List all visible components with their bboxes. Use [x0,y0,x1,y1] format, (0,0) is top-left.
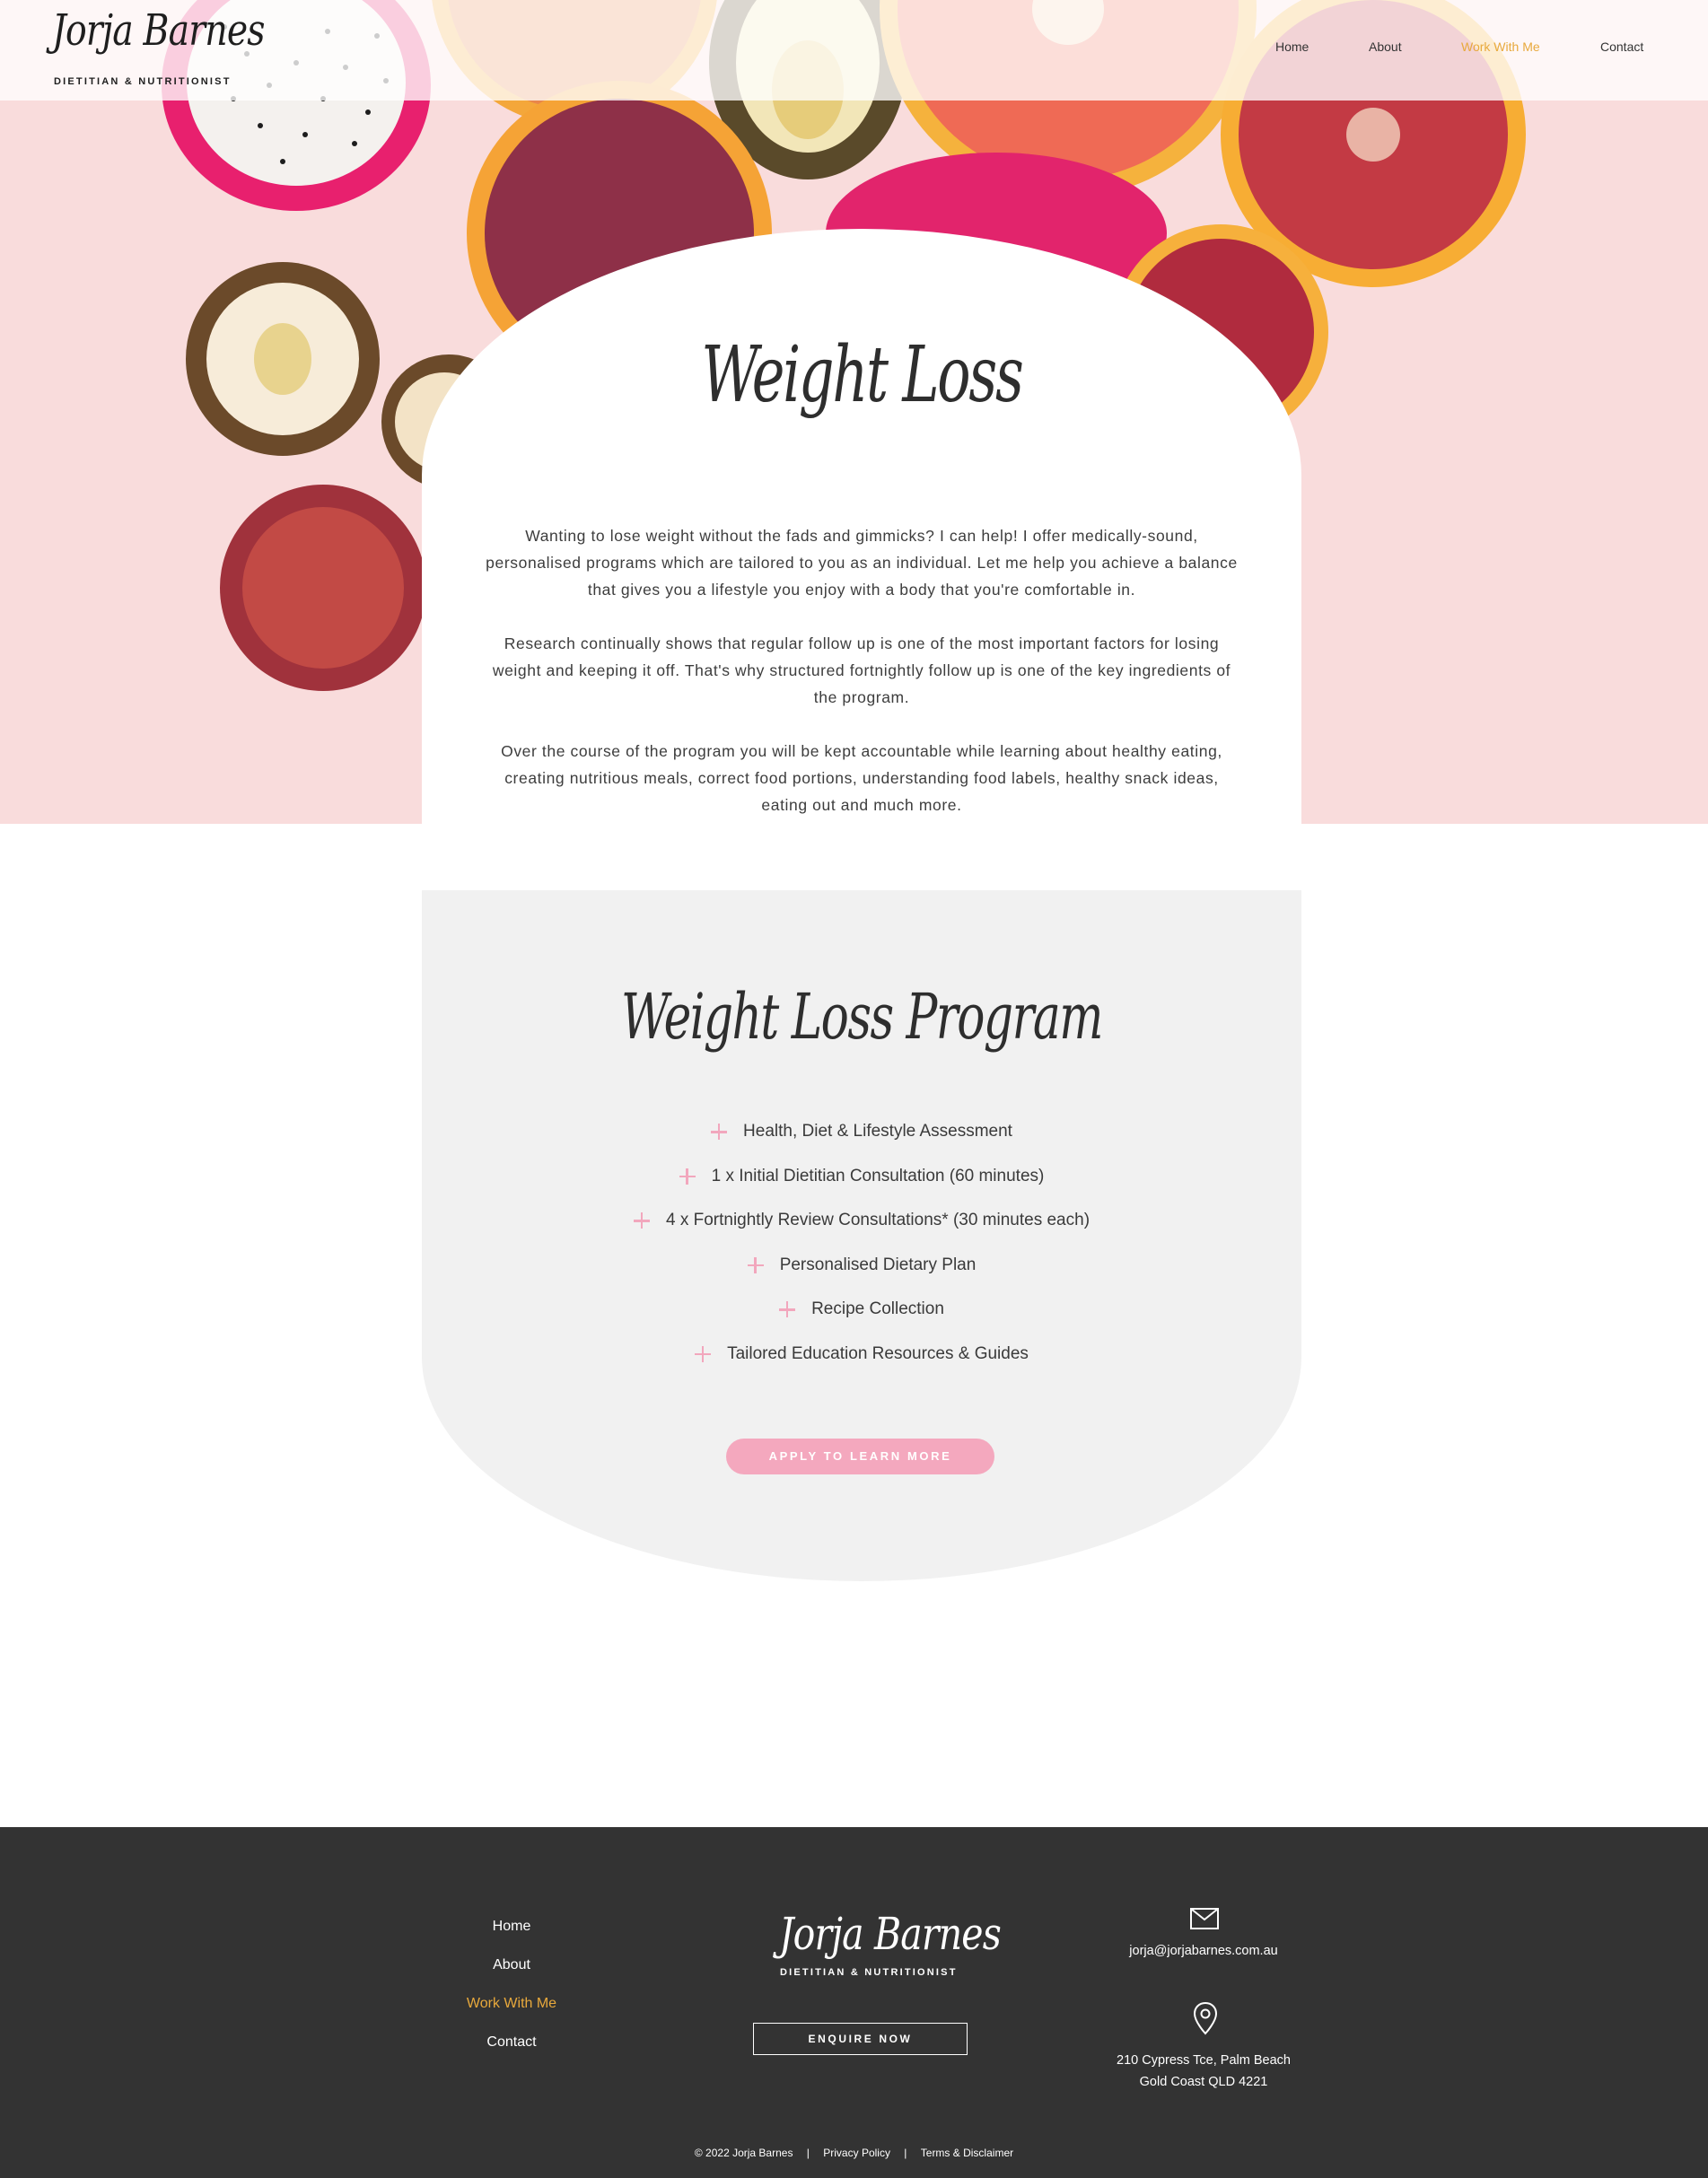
terms-disclaimer-link[interactable]: Terms & Disclaimer [921,2147,1013,2159]
plus-icon [695,1345,712,1362]
footer-nav-about[interactable]: About [422,1957,601,1973]
program-item-label: Personalised Dietary Plan [779,1255,977,1274]
footer-legal-bar: © 2022 Jorja Barnes | Privacy Policy | T… [0,2147,1708,2159]
weight-loss-paragraph: Over the course of the program you will … [501,742,1222,814]
plus-icon [679,1168,696,1185]
footer-nav-contact[interactable]: Contact [422,2034,601,2051]
program-item-label: 1 x Initial Dietitian Consultation (60 m… [711,1166,1045,1185]
program-item-label: Health, Diet & Lifestyle Assessment [743,1122,1012,1141]
plus-icon [711,1124,728,1140]
plus-icon [747,1256,764,1273]
nav-item-home[interactable]: Home [1275,39,1309,57]
footer-nav-work-with-me[interactable]: Work With Me [422,1996,601,2012]
logo[interactable]: Jorja Barnes DIETITIAN & NUTRITIONIST [52,5,266,91]
privacy-policy-link[interactable]: Privacy Policy [823,2147,890,2159]
apply-to-learn-more-button[interactable]: APPLY TO LEARN MORE [726,1439,994,1474]
copyright-text: © 2022 Jorja Barnes [694,2147,793,2159]
list-item: 4 x Fortnightly Review Consultations* (3… [422,1211,1301,1255]
weight-loss-description: Wanting to lose weight without the fads … [485,522,1239,845]
program-item-label: Tailored Education Resources & Guides [727,1343,1029,1363]
program-heading: Weight Loss Program [621,980,1103,1054]
logo-wordmark: Jorja Barnes [52,5,266,56]
location-pin-icon [1193,2001,1218,2035]
nav-item-about[interactable]: About [1369,39,1402,57]
program-inclusions-list: Health, Diet & Lifestyle Assessment 1 x … [422,1122,1301,1389]
list-item: Health, Diet & Lifestyle Assessment [422,1122,1301,1167]
weight-loss-heading: Weight Loss [701,330,1023,420]
list-item: Tailored Education Resources & Guides [422,1344,1301,1389]
separator: | [904,2147,907,2159]
list-item: Recipe Collection [422,1299,1301,1344]
footer-email-link[interactable]: jorja@jorjabarnes.com.au [1060,1940,1347,1962]
plus-icon [779,1301,796,1318]
plus-icon [633,1212,650,1229]
program-item-label: 4 x Fortnightly Review Consultations* (3… [665,1211,1090,1230]
enquire-now-button[interactable]: ENQUIRE NOW [753,2023,968,2055]
weight-loss-paragraph: Research continually shows that regular … [492,634,1231,706]
list-item: 1 x Initial Dietitian Consultation (60 m… [422,1167,1301,1211]
footer-nav-home[interactable]: Home [422,1919,601,1935]
footer-logo-wordmark: Jorja Barnes [779,1908,1002,1960]
logo-tagline: DIETITIAN & NUTRITIONIST [54,76,232,87]
footer-address-line-1: 210 Cypress Tce, Palm Beach [1117,2053,1291,2068]
nav-item-work-with-me[interactable]: Work With Me [1461,39,1540,57]
weight-loss-paragraph: Wanting to lose weight without the fads … [486,527,1238,599]
separator: | [806,2147,810,2159]
list-item: Personalised Dietary Plan [422,1255,1301,1300]
site-header: Jorja Barnes DIETITIAN & NUTRITIONIST Ho… [0,0,1708,101]
program-item-label: Recipe Collection [811,1299,944,1319]
footer-logo-tagline: DIETITIAN & NUTRITIONIST [780,1967,958,1978]
site-footer: Home About Work With Me Contact Jorja Ba… [0,1827,1708,2178]
envelope-icon [1190,1908,1219,1929]
nav-item-contact[interactable]: Contact [1600,39,1643,57]
footer-logo[interactable]: Jorja Barnes DIETITIAN & NUTRITIONIST [779,1908,1002,1980]
footer-address-line-2: Gold Coast QLD 4221 [1139,2075,1268,2089]
